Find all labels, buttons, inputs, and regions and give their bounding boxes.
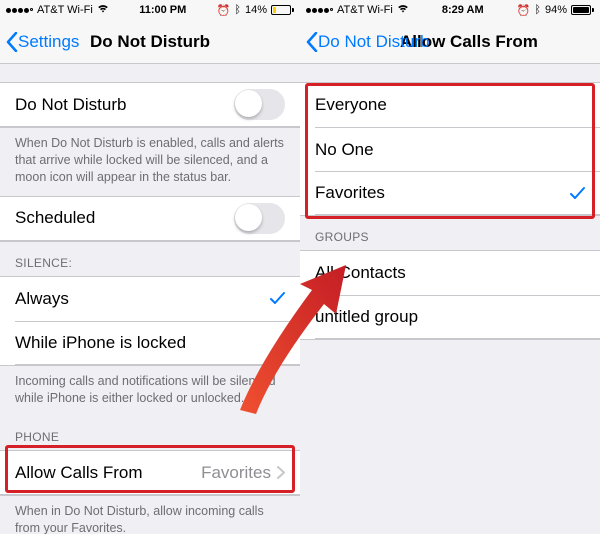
header-groups: GROUPS (300, 216, 600, 250)
clock: 8:29 AM (442, 4, 484, 16)
back-label: Settings (18, 32, 79, 52)
phone-left: AT&T Wi-Fi 11:00 PM ⏰ ᛒ 14% Settings Do … (0, 0, 300, 534)
content: Do Not Disturb When Do Not Disturb is en… (0, 64, 300, 534)
status-bar: AT&T Wi-Fi 11:00 PM ⏰ ᛒ 14% (0, 0, 300, 20)
row-label: While iPhone is locked (15, 333, 285, 353)
wifi-icon (97, 4, 109, 16)
row-label: All Contacts (315, 263, 585, 283)
row-label: Allow Calls From (15, 463, 201, 483)
header-phone: PHONE (0, 416, 300, 450)
carrier-label: AT&T Wi-Fi (37, 4, 93, 16)
row-detail: Favorites (201, 463, 271, 483)
bluetooth-icon: ᛒ (534, 4, 541, 16)
header-silence: SILENCE: (0, 242, 300, 276)
nav-bar: Settings Do Not Disturb (0, 20, 300, 64)
row-always[interactable]: Always (0, 277, 300, 321)
signal-dots-icon (6, 8, 33, 13)
row-no-one[interactable]: No One (315, 127, 600, 171)
status-bar: AT&T Wi-Fi 8:29 AM ⏰ ᛒ 94% (300, 0, 600, 20)
chevron-right-icon (277, 466, 285, 479)
battery-pct: 94% (545, 4, 567, 16)
row-while-locked[interactable]: While iPhone is locked (15, 321, 300, 365)
back-label: Do Not Disturb (318, 32, 429, 52)
alarm-icon: ⏰ (517, 4, 531, 17)
carrier-label: AT&T Wi-Fi (337, 4, 393, 16)
row-scheduled[interactable]: Scheduled (0, 197, 300, 241)
bluetooth-icon: ᛒ (234, 4, 241, 16)
alarm-icon: ⏰ (217, 4, 231, 17)
row-allow-calls-from[interactable]: Allow Calls From Favorites (0, 451, 300, 495)
row-do-not-disturb[interactable]: Do Not Disturb (0, 83, 300, 127)
row-label: No One (315, 140, 585, 160)
clock: 11:00 PM (139, 4, 186, 16)
phone-right: AT&T Wi-Fi 8:29 AM ⏰ ᛒ 94% Do Not Distur… (300, 0, 600, 534)
signal-dots-icon (306, 8, 333, 13)
content: Everyone No One Favorites GROUPS All Con… (300, 64, 600, 534)
battery-icon (271, 5, 294, 15)
row-label: Scheduled (15, 208, 234, 228)
nav-bar: Do Not Disturb Allow Calls From (300, 20, 600, 64)
page-title: Do Not Disturb (90, 32, 210, 52)
row-label: untitled group (315, 307, 585, 327)
row-label: Do Not Disturb (15, 95, 234, 115)
row-untitled-group[interactable]: untitled group (315, 295, 600, 339)
footer-silence: Incoming calls and notifications will be… (0, 366, 300, 417)
row-all-contacts[interactable]: All Contacts (300, 251, 600, 295)
row-favorites[interactable]: Favorites (315, 171, 600, 215)
row-label: Everyone (315, 95, 585, 115)
battery-pct: 14% (245, 4, 267, 16)
back-button[interactable]: Do Not Disturb (306, 32, 429, 52)
back-button[interactable]: Settings (6, 32, 79, 52)
footer-allow-calls: When in Do Not Disturb, allow incoming c… (0, 496, 300, 534)
check-icon (570, 186, 585, 201)
battery-icon (571, 5, 594, 15)
row-everyone[interactable]: Everyone (300, 83, 600, 127)
wifi-icon (397, 4, 409, 16)
toggle-dnd[interactable] (234, 89, 285, 120)
row-label: Favorites (315, 183, 570, 203)
row-label: Always (15, 289, 270, 309)
footer-dnd: When Do Not Disturb is enabled, calls an… (0, 128, 300, 196)
toggle-scheduled[interactable] (234, 203, 285, 234)
check-icon (270, 291, 285, 306)
